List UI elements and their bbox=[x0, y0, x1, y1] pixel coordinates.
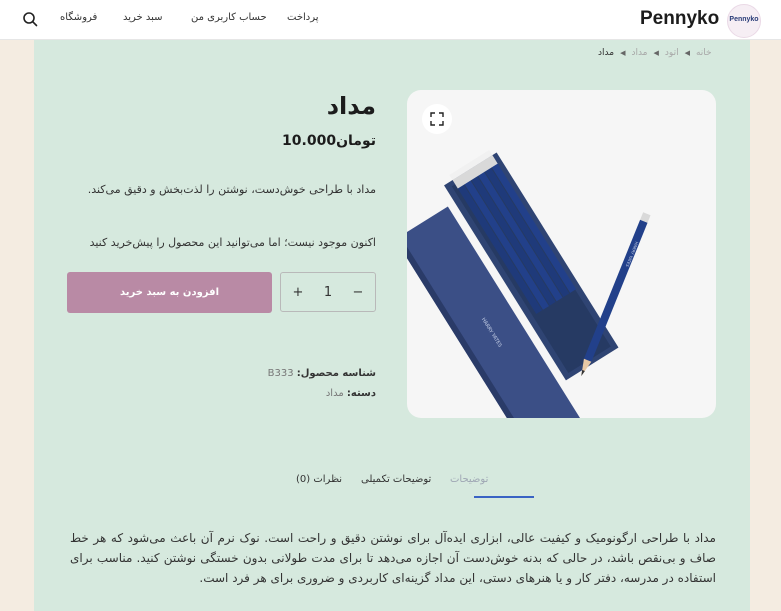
nav-item-shop[interactable]: فروشگاه bbox=[60, 12, 97, 23]
breadcrumb: خانه ◀ اتود ◀ مداد ◀ مداد bbox=[598, 46, 712, 60]
breadcrumb-category-2[interactable]: مداد bbox=[631, 48, 647, 58]
search-icon[interactable] bbox=[22, 11, 38, 27]
product-title: مداد bbox=[326, 92, 376, 120]
expand-icon bbox=[430, 112, 444, 126]
increase-quantity-button[interactable]: + bbox=[289, 285, 307, 300]
pencil-box-illustration: HARRY YATES HARRY YATES bbox=[407, 150, 651, 418]
tab-additional-info[interactable]: توضیحات تکمیلی bbox=[361, 474, 431, 485]
nav-item-my-account[interactable]: حساب کاربری من bbox=[191, 12, 267, 23]
site-header: Pennyko Pennyko پرداخت حساب کاربری من سب… bbox=[0, 0, 781, 40]
product-short-description: مداد با طراحی خوش‌دست، نوشتن را لذت‌بخش … bbox=[87, 183, 376, 196]
tab-reviews[interactable]: نظرات (0) bbox=[296, 474, 342, 485]
site-logo[interactable]: Pennyko bbox=[640, 8, 719, 30]
logo-badge[interactable]: Pennyko bbox=[727, 4, 761, 38]
nav-item-cart[interactable]: سبد خرید bbox=[123, 12, 163, 23]
sku-value: B333 bbox=[267, 368, 294, 379]
logo-badge-text: Pennyko bbox=[729, 16, 759, 23]
product-long-description: مداد با طراحی ارگونومیک و کیفیت عالی، اب… bbox=[70, 531, 716, 585]
active-tab-indicator bbox=[474, 496, 534, 498]
product-tabs: توضیحات توضیحات تکمیلی نظرات (0) bbox=[34, 474, 750, 498]
category-value[interactable]: مداد bbox=[326, 388, 344, 399]
add-to-cart-button[interactable]: افزودن به سبد خرید bbox=[67, 272, 272, 313]
stock-status-note: اکنون موجود نیست؛ اما می‌توانید این محصو… bbox=[89, 236, 376, 249]
decrease-quantity-button[interactable]: − bbox=[349, 285, 367, 300]
breadcrumb-current: مداد bbox=[598, 48, 615, 58]
tab-description[interactable]: توضیحات bbox=[450, 474, 488, 485]
product-sku: شناسه محصول: B333 bbox=[220, 368, 376, 379]
quantity-value[interactable]: 1 bbox=[324, 285, 332, 300]
sku-label: شناسه محصول: bbox=[296, 368, 376, 379]
breadcrumb-category-1[interactable]: اتود bbox=[665, 48, 679, 58]
category-label: دسته: bbox=[346, 388, 376, 399]
product-category: دسته: مداد bbox=[220, 388, 376, 399]
product-price: تومان10.000 bbox=[282, 133, 376, 149]
quantity-stepper[interactable]: + 1 − bbox=[280, 272, 376, 312]
breadcrumb-home[interactable]: خانه bbox=[696, 48, 712, 58]
breadcrumb-separator-icon: ◀ bbox=[684, 49, 690, 57]
product-image[interactable]: HARRY YATES HARRY YATES bbox=[407, 90, 716, 418]
breadcrumb-separator-icon: ◀ bbox=[653, 49, 659, 57]
nav-item-checkout[interactable]: پرداخت bbox=[287, 12, 319, 23]
breadcrumb-separator-icon: ◀ bbox=[620, 49, 626, 57]
expand-image-button[interactable] bbox=[422, 104, 452, 134]
